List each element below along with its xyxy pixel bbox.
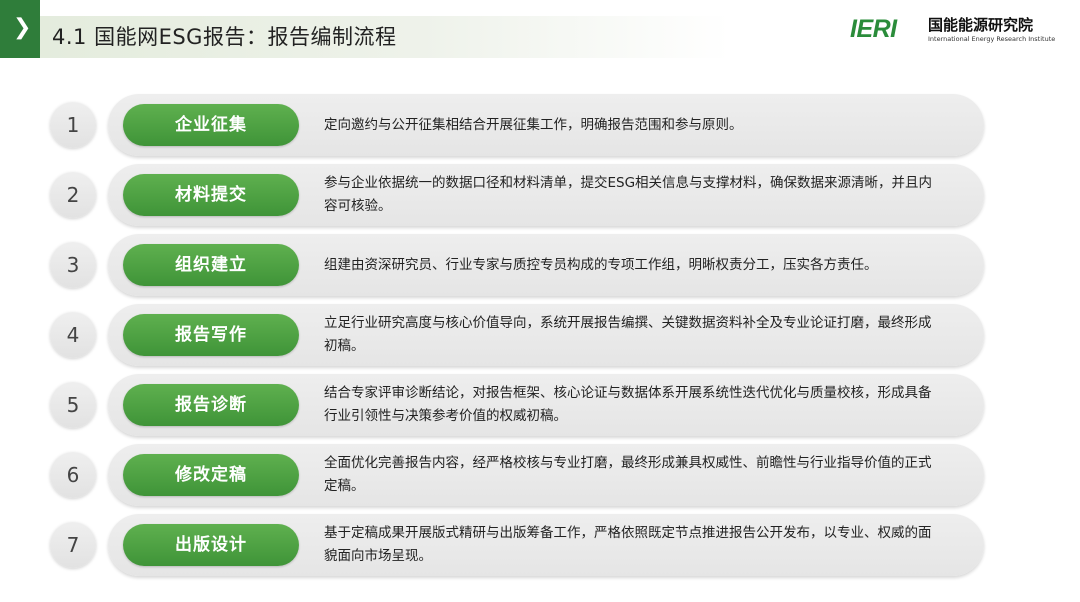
process-step-list: 1 企业征集 定向邀约与公开征集相结合开展征集工作，明确报告范围和参与原则。 2… [0,0,1080,602]
step-description-box: 基于定稿成果开展版式精研与出版筹备工作，严格依照既定节点推进报告公开发布，以专业… [324,513,934,577]
step-description: 结合专家评审诊断结论，对报告框架、核心论证与数据体系开展系统性迭代优化与质量校核… [324,385,932,424]
step-label: 报告诊断 [123,384,299,426]
step-description-box: 参与企业依据统一的数据口径和材料清单，提交ESG相关信息与支撑材料，确保数据来源… [324,163,934,227]
step-number: 5 [50,382,96,428]
step-label: 出版设计 [123,524,299,566]
step-row-4: 4 报告写作 立足行业研究高度与核心价值导向，系统开展报告编撰、关键数据资料补全… [0,303,1080,367]
step-description: 基于定稿成果开展版式精研与出版筹备工作，严格依照既定节点推进报告公开发布，以专业… [324,525,932,564]
step-label: 组织建立 [123,244,299,286]
step-number: 2 [50,172,96,218]
step-label: 企业征集 [123,104,299,146]
step-row-6: 6 修改定稿 全面优化完善报告内容，经严格校核与专业打磨，最终形成兼具权威性、前… [0,443,1080,507]
step-row-5: 5 报告诊断 结合专家评审诊断结论，对报告框架、核心论证与数据体系开展系统性迭代… [0,373,1080,437]
step-description: 立足行业研究高度与核心价值导向，系统开展报告编撰、关键数据资料补全及专业论证打磨… [324,315,932,354]
step-row-2: 2 材料提交 参与企业依据统一的数据口径和材料清单，提交ESG相关信息与支撑材料… [0,163,1080,227]
step-description: 定向邀约与公开征集相结合开展征集工作，明确报告范围和参与原则。 [324,116,743,133]
step-description: 全面优化完善报告内容，经严格校核与专业打磨，最终形成兼具权威性、前瞻性与行业指导… [324,455,932,494]
step-label: 修改定稿 [123,454,299,496]
step-row-1: 1 企业征集 定向邀约与公开征集相结合开展征集工作，明确报告范围和参与原则。 [0,93,1080,157]
step-number: 7 [50,522,96,568]
step-row-7: 7 出版设计 基于定稿成果开展版式精研与出版筹备工作，严格依照既定节点推进报告公… [0,513,1080,577]
step-description: 组建由资深研究员、行业专家与质控专员构成的专项工作组，明晰权责分工，压实各方责任… [324,256,878,273]
step-description-box: 结合专家评审诊断结论，对报告框架、核心论证与数据体系开展系统性迭代优化与质量校核… [324,373,934,437]
step-description-box: 全面优化完善报告内容，经严格校核与专业打磨，最终形成兼具权威性、前瞻性与行业指导… [324,443,934,507]
step-number: 6 [50,452,96,498]
step-description-box: 组建由资深研究员、行业专家与质控专员构成的专项工作组，明晰权责分工，压实各方责任… [324,233,934,297]
step-description: 参与企业依据统一的数据口径和材料清单，提交ESG相关信息与支撑材料，确保数据来源… [324,175,933,214]
step-number: 1 [50,102,96,148]
step-number: 3 [50,242,96,288]
step-description-box: 立足行业研究高度与核心价值导向，系统开展报告编撰、关键数据资料补全及专业论证打磨… [324,303,934,367]
step-description-box: 定向邀约与公开征集相结合开展征集工作，明确报告范围和参与原则。 [324,93,934,157]
step-row-3: 3 组织建立 组建由资深研究员、行业专家与质控专员构成的专项工作组，明晰权责分工… [0,233,1080,297]
step-label: 材料提交 [123,174,299,216]
step-label: 报告写作 [123,314,299,356]
step-number: 4 [50,312,96,358]
